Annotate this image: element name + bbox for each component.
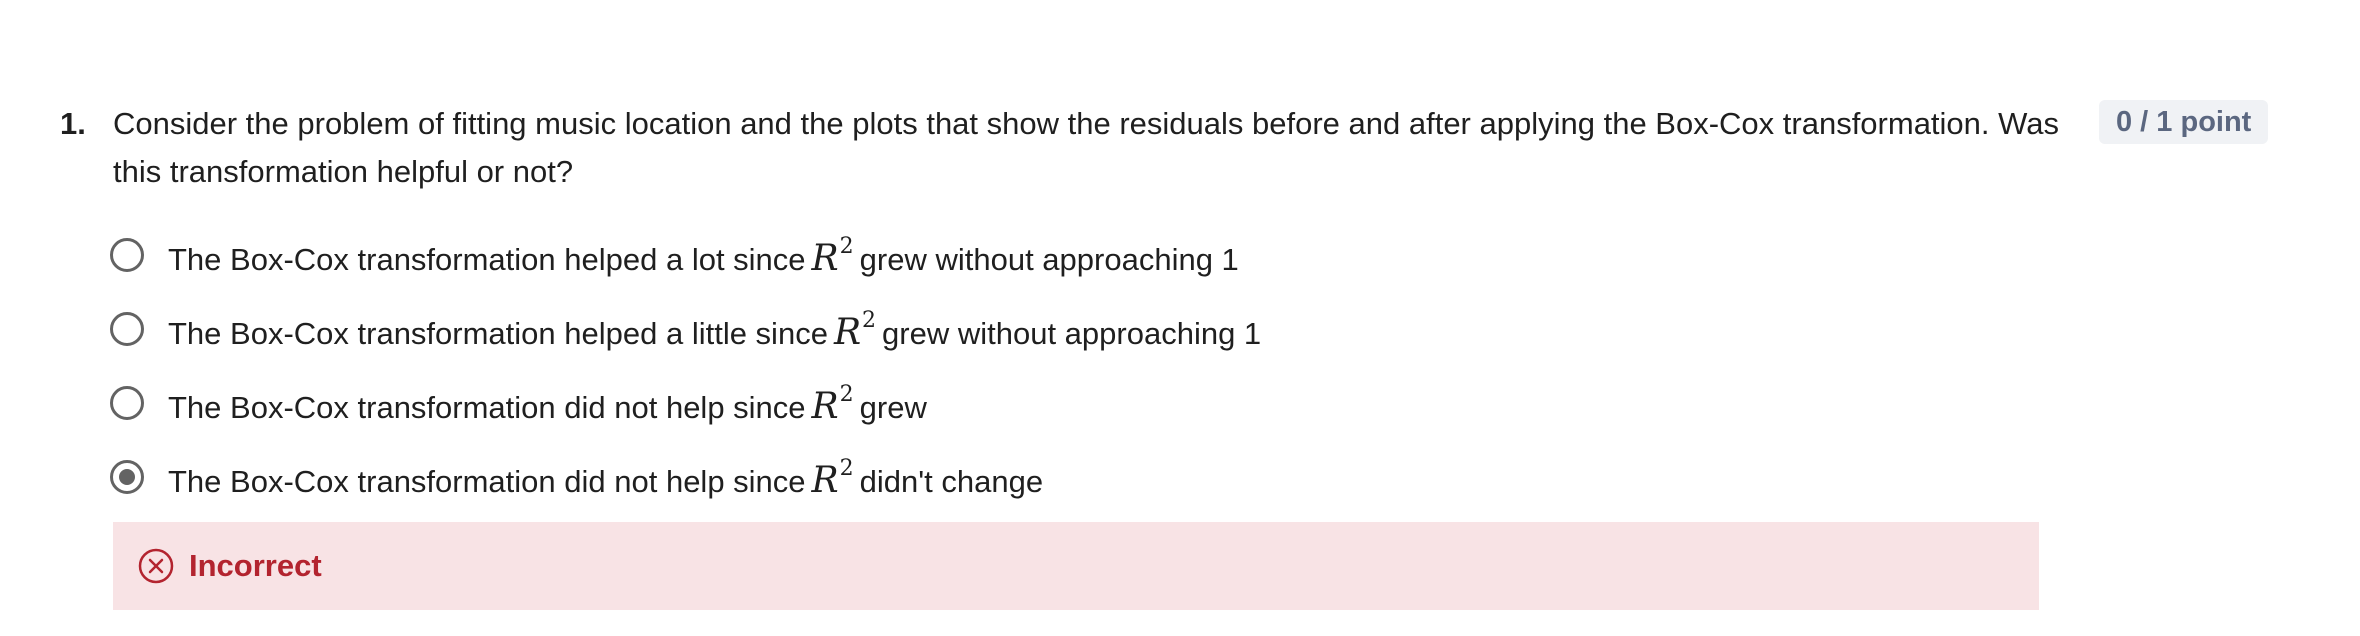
option-text-before: The Box-Cox transformation helped a litt… xyxy=(168,315,828,351)
radio-button[interactable] xyxy=(110,312,144,346)
radio-button[interactable] xyxy=(110,238,144,272)
feedback-banner: Incorrect xyxy=(113,522,2039,610)
answer-option-label: The Box-Cox transformation helped a lot … xyxy=(168,231,1239,280)
math-exponent: 2 xyxy=(839,455,854,481)
option-text-before: The Box-Cox transformation did not help … xyxy=(168,463,806,499)
option-text-after: grew without approaching 1 xyxy=(859,241,1239,277)
answer-option-label: The Box-Cox transformation did not help … xyxy=(168,379,927,428)
math-exponent: 2 xyxy=(839,233,854,259)
answer-option-1[interactable]: The Box-Cox transformation helped a lot … xyxy=(110,218,2070,292)
x-circle-icon xyxy=(138,548,174,584)
math-expression: R2 xyxy=(812,379,854,427)
answer-option-label: The Box-Cox transformation did not help … xyxy=(168,453,1043,502)
option-text-before: The Box-Cox transformation did not help … xyxy=(168,389,806,425)
option-text-before: The Box-Cox transformation helped a lot … xyxy=(168,241,806,277)
radio-button[interactable] xyxy=(110,386,144,420)
answer-option-2[interactable]: The Box-Cox transformation helped a litt… xyxy=(110,292,2070,366)
option-text-after: grew xyxy=(859,389,927,425)
math-expression: R2 xyxy=(834,305,876,353)
math-symbol: R xyxy=(833,311,862,353)
radio-button-selected[interactable] xyxy=(110,460,144,494)
math-symbol: R xyxy=(811,237,839,279)
answer-option-3[interactable]: The Box-Cox transformation did not help … xyxy=(110,366,2070,440)
question-number: 1. xyxy=(60,106,86,141)
math-exponent: 2 xyxy=(839,381,854,407)
quiz-question: 1. Consider the problem of fitting music… xyxy=(56,96,2300,616)
option-text-after: didn't change xyxy=(859,463,1044,499)
answer-option-4[interactable]: The Box-Cox transformation did not help … xyxy=(110,440,2070,514)
points-badge: 0 / 1 point xyxy=(2099,100,2269,144)
math-expression: R2 xyxy=(812,453,854,501)
math-symbol: R xyxy=(811,385,839,427)
answer-option-label: The Box-Cox transformation helped a litt… xyxy=(168,305,1261,354)
question-text: Consider the problem of fitting music lo… xyxy=(113,106,2059,189)
answer-options: The Box-Cox transformation helped a lot … xyxy=(110,218,2070,514)
math-expression: R2 xyxy=(812,231,854,279)
feedback-label: Incorrect xyxy=(189,548,322,583)
math-exponent: 2 xyxy=(862,307,877,333)
math-symbol: R xyxy=(811,459,839,501)
option-text-after: grew without approaching 1 xyxy=(882,315,1262,351)
